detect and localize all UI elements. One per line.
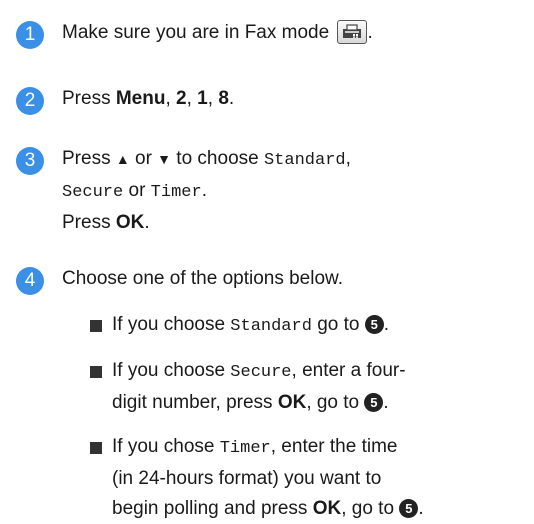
- step-3-line-1: Press ▲ or ▼ to choose Standard,: [62, 148, 351, 170]
- option-timer: If you chose Timer, enter the time (in 2…: [90, 432, 524, 524]
- step-5-reference: 5: [364, 393, 384, 412]
- step-3-text: Press ▲ or ▼ to choose Standard, Secure …: [62, 144, 524, 238]
- up-arrow-icon: ▲: [115, 151, 130, 167]
- step-number-2: 2: [16, 87, 44, 115]
- step-2-text: Press Menu, 2, 1, 8.: [62, 88, 235, 109]
- step-number-3: 3: [16, 147, 44, 175]
- step-4-text: Choose one of the options below.: [62, 268, 343, 289]
- bullet-square-icon: [90, 442, 102, 454]
- step-3-line-3: Press OK.: [62, 212, 150, 233]
- step-number-4: 4: [16, 267, 44, 295]
- option-secure: If you choose Secure, enter a four- digi…: [90, 356, 524, 418]
- step-3-line-2: Secure or Timer.: [62, 180, 207, 202]
- option-standard: If you choose Standard go to 5.: [90, 310, 524, 342]
- menu-key-label: Menu: [115, 88, 166, 109]
- bullet-square-icon: [90, 366, 102, 378]
- down-arrow-icon: ▼: [157, 151, 172, 167]
- fax-mode-icon: [337, 20, 368, 44]
- step-number-1: 1: [16, 21, 44, 49]
- step-5-reference: 5: [399, 499, 419, 518]
- option-list: If you choose Standard go to 5. If you c…: [90, 310, 524, 524]
- step-1-text: Make sure you are in Fax mode .: [62, 20, 373, 44]
- bullet-square-icon: [90, 320, 102, 332]
- step-5-reference: 5: [364, 315, 384, 334]
